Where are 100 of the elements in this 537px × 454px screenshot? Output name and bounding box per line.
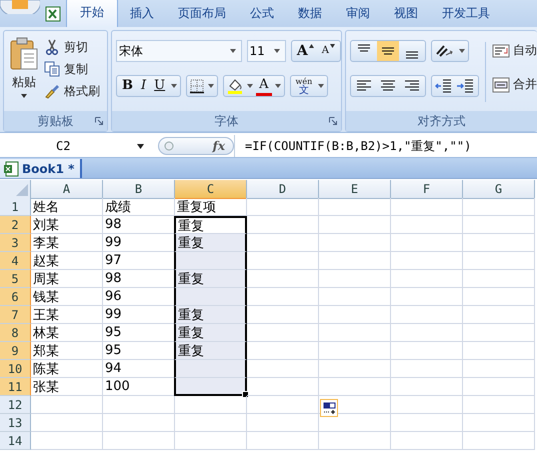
table-cell [391, 306, 463, 324]
ribbon-tab[interactable]: 开始 [66, 0, 118, 27]
ribbon-tab[interactable]: 页面布局 [166, 1, 238, 27]
increase-indent-icon[interactable] [456, 77, 476, 95]
table-cell [463, 270, 535, 288]
bold-button[interactable]: B [119, 76, 136, 96]
column-header[interactable]: B [103, 180, 175, 199]
clipboard-action[interactable]: 剪切 [44, 38, 100, 56]
wrap-text-button[interactable]: 自动 [492, 42, 537, 59]
row-header[interactable]: 9 [0, 342, 31, 360]
insert-function-button[interactable]: fx [212, 139, 225, 153]
row-header[interactable]: 12 [0, 396, 31, 414]
row-header[interactable]: 4 [0, 252, 31, 270]
row-header[interactable]: 2 [0, 216, 31, 234]
splitter-handle-icon[interactable] [164, 141, 174, 151]
table-cell [463, 198, 535, 216]
dropdown-arrow-icon[interactable] [208, 84, 214, 88]
table-cell [319, 252, 391, 270]
align-middle-icon[interactable] [377, 41, 399, 61]
dropdown-arrow-icon[interactable] [247, 84, 254, 88]
ribbon-tab[interactable]: 插入 [118, 1, 166, 27]
table-cell [247, 342, 319, 360]
dropdown-arrow-icon[interactable] [318, 84, 324, 88]
table-cell [319, 342, 391, 360]
dialog-launcher-icon[interactable] [329, 117, 337, 125]
row-header[interactable]: 11 [0, 378, 31, 396]
row-header[interactable]: 1 [0, 198, 31, 216]
table-cell [463, 360, 535, 378]
table-cell [463, 288, 535, 306]
dropdown-arrow-icon[interactable] [171, 84, 178, 88]
table-cell [247, 432, 319, 450]
table-cell [391, 396, 463, 414]
merge-button[interactable]: 合并 [492, 76, 537, 93]
ribbon-tab[interactable]: 公式 [238, 1, 286, 27]
clipboard-action[interactable]: 格式刷 [44, 82, 100, 100]
table-cell: 成绩 [103, 198, 175, 216]
ribbon-tab[interactable]: 视图 [382, 1, 430, 27]
table-cell [319, 216, 391, 234]
dropdown-arrow-icon[interactable] [459, 49, 465, 53]
fill-bucket-icon[interactable] [226, 77, 244, 95]
table-cell: 重复 [174, 216, 247, 234]
table-cell [463, 396, 535, 414]
decrease-indent-icon[interactable] [434, 77, 454, 95]
table-cell [31, 396, 103, 414]
table-cell [463, 252, 535, 270]
row-header[interactable]: 8 [0, 324, 31, 342]
grow-font-button[interactable]: A [294, 41, 317, 61]
formula-field[interactable]: =IF(COUNTIF(B:B,B2)>1,"重复","") [234, 135, 472, 157]
table-cell [247, 324, 319, 342]
row-header[interactable]: 5 [0, 270, 31, 288]
spreadsheet-icon[interactable] [44, 5, 62, 23]
table-cell [247, 252, 319, 270]
font-size-field[interactable]: 11 [246, 40, 286, 62]
ribbon-tab[interactable]: 数据 [286, 1, 334, 27]
dropdown-arrow-icon[interactable] [274, 84, 280, 88]
table-cell [319, 306, 391, 324]
table-cell [247, 198, 319, 216]
underline-button[interactable]: U [151, 76, 168, 96]
row-header[interactable]: 13 [0, 414, 31, 432]
table-cell [391, 234, 463, 252]
workbook-tab[interactable]: Book1 * [0, 159, 82, 178]
table-cell [391, 360, 463, 378]
table-cell [247, 234, 319, 252]
borders-icon[interactable] [189, 78, 206, 94]
column-header[interactable]: D [247, 180, 319, 199]
ribbon-tab[interactable]: 审阅 [334, 1, 382, 27]
table-cell [463, 234, 535, 252]
paintbrush-icon [44, 83, 60, 99]
ribbon-tab[interactable]: 开发工具 [430, 1, 502, 27]
table-cell [319, 378, 391, 396]
dialog-launcher-icon[interactable] [95, 117, 103, 125]
name-box[interactable]: C2 [0, 139, 150, 153]
row-header[interactable]: 6 [0, 288, 31, 306]
row-header[interactable]: 7 [0, 306, 31, 324]
copy-icon [44, 61, 60, 77]
paste-button[interactable]: 粘贴 [4, 31, 44, 111]
down-triangle-icon [330, 44, 335, 48]
column-header[interactable]: C [175, 180, 247, 199]
table-cell [463, 216, 535, 234]
table-cell [103, 414, 175, 432]
row-header[interactable]: 3 [0, 234, 31, 252]
table-cell [391, 288, 463, 306]
table-cell [391, 216, 463, 234]
merge-cells-icon [492, 76, 510, 92]
table-cell [463, 414, 535, 432]
table-cell [391, 252, 463, 270]
column-header[interactable]: F [391, 180, 463, 199]
fill-handle[interactable] [242, 391, 249, 398]
column-header[interactable]: E [319, 180, 391, 199]
font-name-field[interactable]: 宋体 [116, 40, 242, 62]
row-header[interactable]: 14 [0, 432, 31, 450]
column-header[interactable]: G [463, 180, 535, 199]
shrink-font-button[interactable]: A [318, 41, 338, 61]
row-header[interactable]: 10 [0, 360, 31, 378]
paste-options-icon[interactable] [320, 399, 338, 417]
clipboard-action[interactable]: 复制 [44, 60, 100, 78]
column-header[interactable]: A [31, 180, 103, 199]
table-cell [463, 324, 535, 342]
italic-button[interactable]: I [138, 76, 150, 96]
table-cell [103, 396, 175, 414]
